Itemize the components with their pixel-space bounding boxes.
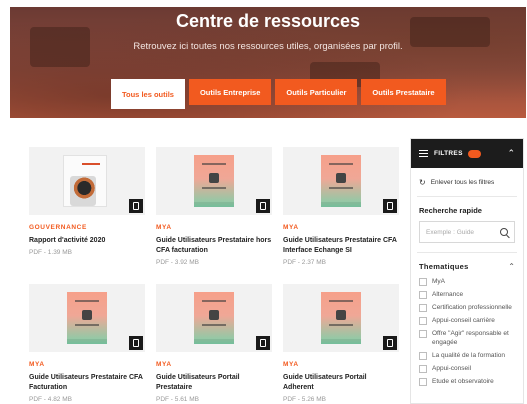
pdf-icon[interactable] xyxy=(256,199,270,213)
search-input[interactable] xyxy=(426,228,496,236)
resource-thumbnail[interactable] xyxy=(29,147,145,215)
filter-option[interactable]: La qualité de la formation xyxy=(419,351,515,360)
resource-card[interactable]: MYA Guide Utilisateurs Prestataire hors … xyxy=(156,147,272,266)
search-icon[interactable] xyxy=(500,228,508,236)
filter-option[interactable]: MyA xyxy=(419,277,515,286)
tab-tous-les-outils[interactable]: Tous les outils xyxy=(111,79,185,109)
resource-category: MYA xyxy=(283,224,299,231)
filters-header[interactable]: FILTRES ⌃ xyxy=(411,139,523,168)
refresh-icon: ↻ xyxy=(419,178,426,187)
resource-card[interactable]: MYA Guide Utilisateurs Prestataire CFA I… xyxy=(283,147,399,266)
document-cover xyxy=(321,155,361,207)
chevron-up-icon[interactable]: ⌃ xyxy=(507,148,515,159)
filter-icon xyxy=(419,150,428,157)
thematiques-label: Thematiques xyxy=(419,262,469,271)
resource-card[interactable]: MYA Guide Utilisateurs Prestataire CFA F… xyxy=(29,284,145,403)
resource-meta: PDF - 4.82 MB xyxy=(29,396,72,403)
resource-thumbnail[interactable] xyxy=(156,147,272,215)
resource-category: MYA xyxy=(29,361,45,368)
resource-category: MYA xyxy=(156,224,172,231)
document-cover xyxy=(194,155,234,207)
resource-meta: PDF - 5.61 MB xyxy=(156,396,199,403)
resource-category: MYA xyxy=(283,361,299,368)
checkbox[interactable] xyxy=(419,365,427,373)
checkbox[interactable] xyxy=(419,291,427,299)
checkbox[interactable] xyxy=(419,330,427,338)
filter-option[interactable]: Offre "Agir" responsable et engagée xyxy=(419,329,515,347)
reset-filters-label: Enlever tous les filtres xyxy=(430,179,495,186)
resource-meta: PDF - 2.37 MB xyxy=(283,259,326,266)
checkbox[interactable] xyxy=(419,304,427,312)
resource-card[interactable]: MYA Guide Utilisateurs Portail Adherent … xyxy=(283,284,399,403)
thematiques-list: MyA Alternance Certification professionn… xyxy=(411,271,523,386)
document-cover xyxy=(67,292,107,344)
checkbox[interactable] xyxy=(419,352,427,360)
tab-outils-prestataire[interactable]: Outils Prestataire xyxy=(361,79,446,105)
pdf-icon[interactable] xyxy=(129,199,143,213)
profile-tabs: Tous les outils Outils Entreprise Outils… xyxy=(111,79,446,109)
thematiques-header[interactable]: Thematiques ⌃ xyxy=(411,262,523,271)
checkbox[interactable] xyxy=(419,317,427,325)
resource-thumbnail[interactable] xyxy=(283,147,399,215)
filter-option[interactable]: Appui-conseil carrière xyxy=(419,316,515,325)
resource-title[interactable]: Guide Utilisateurs Prestataire CFA Inter… xyxy=(283,236,399,256)
tab-outils-particulier[interactable]: Outils Particulier xyxy=(275,79,358,105)
resource-thumbnail[interactable] xyxy=(29,284,145,352)
filter-option[interactable]: Etude et observatoire xyxy=(419,377,515,386)
resource-thumbnail[interactable] xyxy=(156,284,272,352)
filter-option[interactable]: Certification professionnelle xyxy=(419,303,515,312)
resource-title[interactable]: Guide Utilisateurs Portail Prestataire xyxy=(156,373,272,393)
quick-search-box xyxy=(419,221,515,243)
chevron-up-icon[interactable]: ⌃ xyxy=(508,262,515,271)
resource-meta: PDF - 3.92 MB xyxy=(156,259,199,266)
tab-outils-entreprise[interactable]: Outils Entreprise xyxy=(188,79,272,105)
checkbox[interactable] xyxy=(419,378,427,386)
filters-label: FILTRES xyxy=(434,150,463,157)
resource-category: GOUVERNANCE xyxy=(29,224,87,231)
pdf-icon[interactable] xyxy=(383,336,397,350)
reset-filters-link[interactable]: ↻ Enlever tous les filtres xyxy=(411,168,523,187)
resource-title[interactable]: Rapport d'activité 2020 xyxy=(29,236,145,246)
resource-meta: PDF - 1.39 MB xyxy=(29,249,72,256)
divider xyxy=(417,252,517,253)
quick-search-label: Recherche rapide xyxy=(419,206,482,215)
filter-option[interactable]: Alternance xyxy=(419,290,515,299)
resource-card[interactable]: GOUVERNANCE Rapport d'activité 2020 PDF … xyxy=(29,147,145,256)
filters-count-badge xyxy=(467,149,481,158)
page-subtitle: Retrouvez ici toutes nos ressources util… xyxy=(133,41,403,52)
resource-thumbnail[interactable] xyxy=(283,284,399,352)
page-title: Centre de ressources xyxy=(175,11,361,31)
resource-card[interactable]: MYA Guide Utilisateurs Portail Prestatai… xyxy=(156,284,272,403)
filter-option[interactable]: Appui-conseil xyxy=(419,364,515,373)
resource-title[interactable]: Guide Utilisateurs Prestataire hors CFA … xyxy=(156,236,272,256)
document-cover xyxy=(321,292,361,344)
filters-panel: FILTRES ⌃ ↻ Enlever tous les filtres Rec… xyxy=(410,138,524,404)
pdf-icon[interactable] xyxy=(256,336,270,350)
checkbox[interactable] xyxy=(419,278,427,286)
resource-title[interactable]: Guide Utilisateurs Prestataire CFA Factu… xyxy=(29,373,145,393)
document-cover xyxy=(194,292,234,344)
resource-title[interactable]: Guide Utilisateurs Portail Adherent xyxy=(283,373,399,393)
document-cover xyxy=(63,155,107,207)
resource-category: MYA xyxy=(156,361,172,368)
resource-meta: PDF - 5.26 MB xyxy=(283,396,326,403)
pdf-icon[interactable] xyxy=(129,336,143,350)
pdf-icon[interactable] xyxy=(383,199,397,213)
